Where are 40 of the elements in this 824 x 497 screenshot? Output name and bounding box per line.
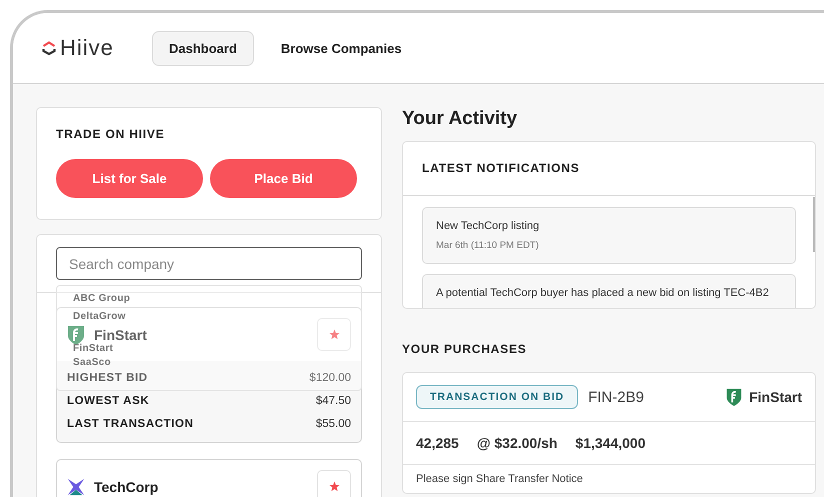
nav-tab[interactable]: Browse Companies (264, 30, 419, 66)
stat-value: $55.00 (316, 418, 351, 430)
watch-button[interactable] (317, 318, 351, 351)
notification-text: A potential TechCorp buyer has placed a new bid on listing TEC-4B2 (436, 287, 770, 299)
transaction-tag: TRANSACTION ON BID (416, 385, 578, 409)
company-name: FinStart (94, 326, 148, 342)
purchase-card[interactable]: TRANSACTION ON BID FIN-2B9 FinStart 42,285 @ $32.00/sh $1,344,000 Please sign Share Transfer Notice (402, 372, 816, 494)
transaction-id: FIN-2B9 (588, 388, 645, 406)
notification-text: New TechCorp listing (436, 220, 540, 232)
stat-value: $47.50 (316, 395, 351, 407)
suggestion-item[interactable]: FinStart (73, 343, 114, 355)
company-name: FinStart (749, 389, 802, 405)
suggestion-item[interactable]: ABC Group (73, 293, 130, 305)
notification-time: Mar 6th (11:10 PM EDT) (436, 240, 540, 251)
total-value: $1,344,000 (575, 435, 646, 451)
shield-logo-icon (725, 387, 744, 407)
suggestion-item[interactable]: SaaSco (73, 357, 111, 369)
section-title: TRADE ON HIIVE (56, 127, 166, 141)
share-price: @ $32.00/sh (476, 435, 558, 451)
search-field[interactable]: Search company (56, 247, 362, 280)
stat-value: $120.00 (309, 372, 351, 384)
company-card[interactable]: TechCorp (56, 459, 362, 497)
purchase-note: Please sign Share Transfer Notice (415, 472, 584, 487)
stat-label: HIGHEST BID (67, 372, 148, 384)
scrollbar[interactable] (813, 197, 815, 252)
nav-tab[interactable]: Dashboard (152, 30, 254, 66)
suggestion-item[interactable]: DeltaGrow (73, 311, 126, 323)
notification-item[interactable]: New TechCorp listing Mar 6th (11:10 PM EDT) (422, 207, 796, 264)
notification-item[interactable]: A potential TechCorp buyer has placed a new bid on listing TEC-4B2 (422, 274, 796, 308)
share-count: 42,285 (416, 435, 459, 451)
stat-label: LAST TRANSACTION (67, 418, 194, 430)
watch-button[interactable] (317, 470, 351, 497)
section-title: LATEST NOTIFICATIONS (403, 142, 815, 196)
brand-name: Hiive (60, 35, 114, 61)
company-name: TechCorp (94, 478, 160, 494)
page-heading: Your Activity (402, 107, 518, 131)
shield-logo-icon (66, 324, 86, 346)
stat-label: LOWEST ASK (67, 395, 150, 407)
logo-icon (42, 40, 56, 56)
section-title: YOUR PURCHASES (402, 342, 528, 356)
